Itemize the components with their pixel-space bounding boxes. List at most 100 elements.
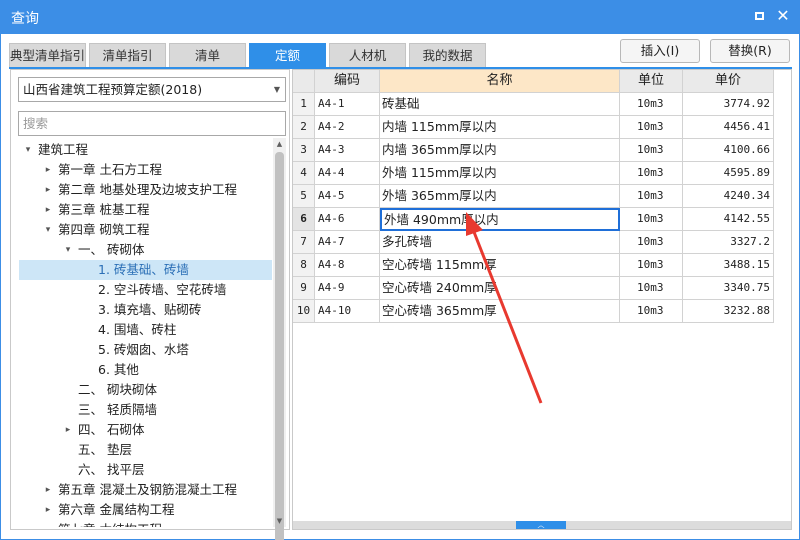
- cell-price[interactable]: 4595.89: [683, 162, 774, 185]
- tree-item[interactable]: 5. 砖烟囱、水塔: [19, 340, 272, 360]
- row-number[interactable]: 7: [293, 231, 315, 254]
- cell-name[interactable]: 外墙 115mm厚以内: [380, 162, 620, 185]
- tree-item[interactable]: 三、 轻质隔墙: [19, 400, 272, 420]
- insert-button[interactable]: 插入(I): [620, 39, 700, 63]
- cell-price[interactable]: 4142.55: [683, 208, 774, 231]
- tree-item[interactable]: ▾ 一、 砖砌体: [19, 240, 272, 260]
- cell-code[interactable]: A4-2: [315, 116, 380, 139]
- tab-bill-guide[interactable]: 清单指引: [89, 43, 166, 68]
- cell-unit[interactable]: 10m3: [620, 116, 683, 139]
- cell-unit[interactable]: 10m3: [620, 231, 683, 254]
- tree-item[interactable]: ▸ 第七章 木结构工程: [19, 520, 272, 527]
- library-select[interactable]: 山西省建筑工程预算定额(2018) ▼: [18, 77, 286, 102]
- cell-unit[interactable]: 10m3: [620, 254, 683, 277]
- tree-item[interactable]: 1. 砖基础、砖墙: [19, 260, 272, 280]
- row-number[interactable]: 1: [293, 93, 315, 116]
- tab-labor-material-machine[interactable]: 人材机: [329, 43, 406, 68]
- tree-item[interactable]: 五、 垫层: [19, 440, 272, 460]
- cell-unit[interactable]: 10m3: [620, 185, 683, 208]
- row-number[interactable]: 8: [293, 254, 315, 277]
- cell-price[interactable]: 3340.75: [683, 277, 774, 300]
- tree-item[interactable]: ▾ 第四章 砌筑工程: [19, 220, 272, 240]
- cell-price[interactable]: 4456.41: [683, 116, 774, 139]
- scroll-up-icon[interactable]: ▲: [273, 138, 286, 150]
- cell-price[interactable]: 3488.15: [683, 254, 774, 277]
- cell-unit[interactable]: 10m3: [620, 300, 683, 323]
- cell-unit[interactable]: 10m3: [620, 277, 683, 300]
- cell-code[interactable]: A4-3: [315, 139, 380, 162]
- tab-quota[interactable]: 定额: [249, 43, 326, 68]
- row-number[interactable]: 10: [293, 300, 315, 323]
- tree-item[interactable]: ▸ 第三章 桩基工程: [19, 200, 272, 220]
- expand-down-icon[interactable]: ▾: [43, 220, 53, 240]
- close-icon[interactable]: ✕: [775, 8, 791, 24]
- expand-down-icon[interactable]: ▾: [63, 240, 73, 260]
- row-number[interactable]: 5: [293, 185, 315, 208]
- cell-name[interactable]: 多孔砖墙: [380, 231, 620, 254]
- cell-unit[interactable]: 10m3: [620, 139, 683, 162]
- cell-name[interactable]: 外墙 365mm厚以内: [380, 185, 620, 208]
- cell-price[interactable]: 4240.34: [683, 185, 774, 208]
- tree-item[interactable]: 二、 砌块砌体: [19, 380, 272, 400]
- tree-item[interactable]: ▸ 四、 石砌体: [19, 420, 272, 440]
- cell-code[interactable]: A4-10: [315, 300, 380, 323]
- search-input[interactable]: 搜索: [18, 111, 286, 136]
- tree-item[interactable]: 2. 空斗砖墙、空花砖墙: [19, 280, 272, 300]
- tree-item[interactable]: ▾ 建筑工程: [19, 140, 272, 160]
- tree-item[interactable]: ▸ 第五章 混凝土及钢筋混凝土工程: [19, 480, 272, 500]
- cell-unit[interactable]: 10m3: [620, 93, 683, 116]
- cell-price[interactable]: 3327.2: [683, 231, 774, 254]
- scroll-down-icon[interactable]: ▼: [273, 515, 286, 527]
- cell-name[interactable]: 空心砖墙 240mm厚: [380, 277, 620, 300]
- cell-code[interactable]: A4-5: [315, 185, 380, 208]
- cell-price[interactable]: 3232.88: [683, 300, 774, 323]
- expand-right-icon[interactable]: ▸: [43, 480, 53, 500]
- tree-item[interactable]: 3. 填充墙、贴砌砖: [19, 300, 272, 320]
- cell-price[interactable]: 3774.92: [683, 93, 774, 116]
- cell-code[interactable]: A4-7: [315, 231, 380, 254]
- tab-typical-bill-guide[interactable]: 典型清单指引: [9, 43, 86, 68]
- expand-right-icon[interactable]: ▸: [43, 520, 53, 527]
- expand-right-icon[interactable]: ▸: [63, 420, 73, 440]
- column-header-price[interactable]: 单价: [683, 70, 774, 93]
- column-header-unit[interactable]: 单位: [620, 70, 683, 93]
- tree-item[interactable]: ▸ 第二章 地基处理及边坡支护工程: [19, 180, 272, 200]
- column-header-name[interactable]: 名称: [380, 70, 620, 93]
- expand-right-icon[interactable]: ▸: [43, 180, 53, 200]
- maximize-icon[interactable]: [752, 8, 768, 24]
- cell-code[interactable]: A4-9: [315, 277, 380, 300]
- row-number[interactable]: 9: [293, 277, 315, 300]
- column-header-code[interactable]: 编码: [315, 70, 380, 93]
- tree-item[interactable]: 4. 围墙、砖柱: [19, 320, 272, 340]
- expand-right-icon[interactable]: ▸: [43, 500, 53, 520]
- expand-down-icon[interactable]: ▾: [23, 140, 33, 160]
- cell-name[interactable]: 外墙 490mm厚以内: [380, 208, 620, 231]
- cell-code[interactable]: A4-6: [315, 208, 380, 231]
- cell-unit[interactable]: 10m3: [620, 162, 683, 185]
- tree-item[interactable]: ▸ 第六章 金属结构工程: [19, 500, 272, 520]
- row-number[interactable]: 2: [293, 116, 315, 139]
- scrollbar-thumb[interactable]: [275, 152, 284, 540]
- tree-item[interactable]: ▸ 第一章 土石方工程: [19, 160, 272, 180]
- horizontal-scrollbar[interactable]: ︿: [293, 521, 791, 529]
- replace-button[interactable]: 替换(R): [710, 39, 790, 63]
- chevron-down-icon[interactable]: ▼: [274, 78, 280, 101]
- cell-price[interactable]: 4100.66: [683, 139, 774, 162]
- cell-code[interactable]: A4-4: [315, 162, 380, 185]
- cell-unit[interactable]: 10m3: [620, 208, 683, 231]
- tree-item[interactable]: 6. 其他: [19, 360, 272, 380]
- row-number[interactable]: 4: [293, 162, 315, 185]
- expand-right-icon[interactable]: ▸: [43, 200, 53, 220]
- tree-item[interactable]: 六、 找平层: [19, 460, 272, 480]
- tab-my-data[interactable]: 我的数据: [409, 43, 486, 68]
- cell-name[interactable]: 内墙 115mm厚以内: [380, 116, 620, 139]
- row-number[interactable]: 6: [293, 208, 315, 231]
- tree-scrollbar[interactable]: ▲ ▼: [273, 138, 286, 540]
- cell-name[interactable]: 内墙 365mm厚以内: [380, 139, 620, 162]
- cell-code[interactable]: A4-1: [315, 93, 380, 116]
- scroll-grip-icon[interactable]: ︿: [516, 521, 566, 529]
- cell-name[interactable]: 空心砖墙 115mm厚: [380, 254, 620, 277]
- cell-name[interactable]: 砖基础: [380, 93, 620, 116]
- row-number[interactable]: 3: [293, 139, 315, 162]
- cell-code[interactable]: A4-8: [315, 254, 380, 277]
